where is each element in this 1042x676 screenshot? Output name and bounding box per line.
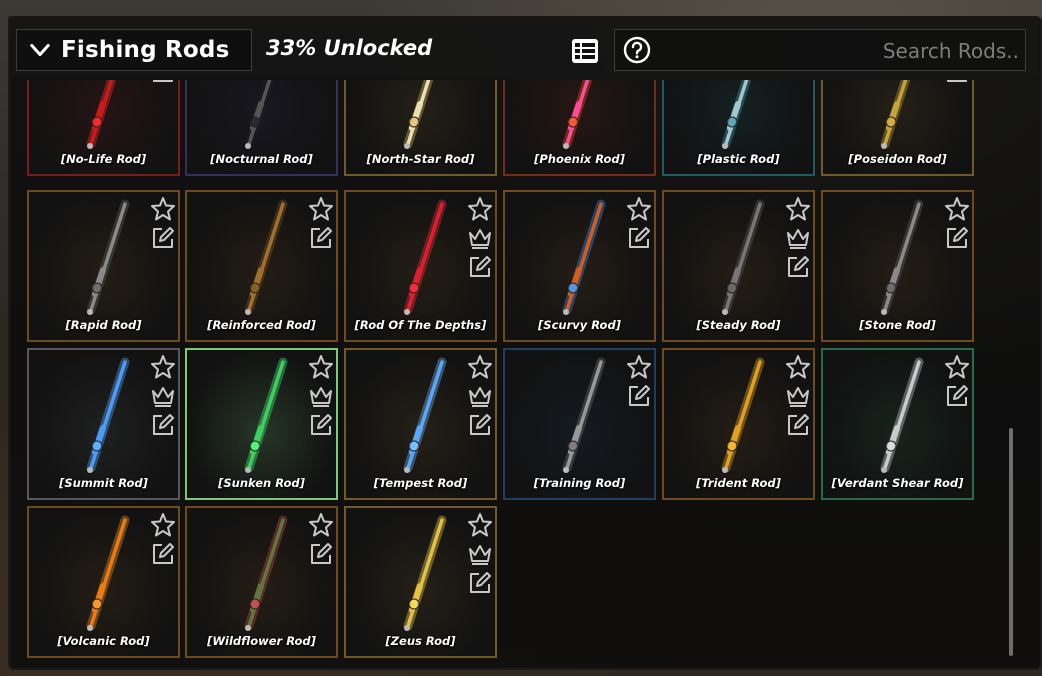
star-icon[interactable] <box>785 196 811 222</box>
edit-icon[interactable] <box>308 541 334 567</box>
crown-icon[interactable] <box>467 383 493 409</box>
rod-name: [Reinforced Rod] <box>207 318 316 332</box>
rod-card-volcanic-rod[interactable]: [Volcanic Rod] <box>27 506 180 658</box>
help-circle-icon[interactable] <box>623 36 651 64</box>
rod-name: [Rapid Rod] <box>65 318 142 332</box>
rod-name: [Volcanic Rod] <box>57 634 150 648</box>
rod-name: [Verdant Shear Rod] <box>831 476 964 490</box>
edit-icon[interactable] <box>626 225 652 251</box>
rod-card-zeus-rod[interactable]: [Zeus Rod] <box>344 506 497 658</box>
rod-card-training-rod[interactable]: [Training Rod] <box>503 348 656 500</box>
rod-card-reinforced-rod[interactable]: [Reinforced Rod] <box>185 190 338 342</box>
edit-icon[interactable] <box>626 383 652 409</box>
star-icon[interactable] <box>308 196 334 222</box>
star-icon[interactable] <box>467 354 493 380</box>
edit-icon[interactable] <box>467 412 493 438</box>
rod-name: [Phoenix Rod] <box>534 152 625 166</box>
chevron-down-icon[interactable] <box>29 39 51 61</box>
star-icon[interactable] <box>467 196 493 222</box>
edit-icon[interactable] <box>944 80 970 85</box>
star-icon[interactable] <box>150 354 176 380</box>
star-icon[interactable] <box>944 196 970 222</box>
crown-icon[interactable] <box>785 383 811 409</box>
star-icon[interactable] <box>626 354 652 380</box>
rod-card-tempest-rod[interactable]: [Tempest Rod] <box>344 348 497 500</box>
panel-title: Fishing Rods <box>61 37 230 63</box>
rod-card-scurvy-rod[interactable]: [Scurvy Rod] <box>503 190 656 342</box>
list-view-icon[interactable] <box>568 34 602 68</box>
edit-icon[interactable] <box>785 412 811 438</box>
rod-name: [Zeus Rod] <box>385 634 456 648</box>
star-icon[interactable] <box>785 354 811 380</box>
rod-grid: [No-Life Rod] [Nocturnal Rod] [North-Star … <box>18 80 1008 660</box>
star-icon[interactable] <box>150 196 176 222</box>
rod-card-sunken-rod[interactable]: [Sunken Rod] <box>185 348 338 500</box>
edit-icon[interactable] <box>150 80 176 85</box>
scrollbar[interactable] <box>1009 428 1013 656</box>
edit-icon[interactable] <box>150 412 176 438</box>
star-icon[interactable] <box>150 512 176 538</box>
rod-name: [Plastic Rod] <box>697 152 780 166</box>
edit-icon[interactable] <box>150 225 176 251</box>
rod-card-plastic-rod[interactable]: [Plastic Rod] <box>662 80 815 176</box>
rod-name: [Wildflower Rod] <box>207 634 316 648</box>
crown-icon[interactable] <box>467 225 493 251</box>
unlocked-percentage: 33% Unlocked <box>266 36 433 60</box>
rod-name: [Rod Of The Depths] <box>354 318 487 332</box>
crown-icon[interactable] <box>308 383 334 409</box>
rod-name: [Summit Rod] <box>59 476 148 490</box>
category-dropdown[interactable]: Fishing Rods <box>16 29 252 71</box>
rod-name: [North-Star Rod] <box>366 152 475 166</box>
search-input[interactable] <box>659 34 1021 68</box>
crown-icon[interactable] <box>150 383 176 409</box>
star-icon[interactable] <box>944 354 970 380</box>
edit-icon[interactable] <box>944 225 970 251</box>
rod-name: [Sunken Rod] <box>218 476 305 490</box>
rod-card-nocturnal-rod[interactable]: [Nocturnal Rod] <box>185 80 338 176</box>
rod-card-verdant-shear-rod[interactable]: [Verdant Shear Rod] <box>821 348 974 500</box>
rod-card-no-life-rod[interactable]: [No-Life Rod] <box>27 80 180 176</box>
crown-icon[interactable] <box>467 541 493 567</box>
star-icon[interactable] <box>308 354 334 380</box>
rod-card-poseidon-rod[interactable]: [Poseidon Rod] <box>821 80 974 176</box>
rod-name: [Scurvy Rod] <box>538 318 621 332</box>
rod-card-steady-rod[interactable]: [Steady Rod] <box>662 190 815 342</box>
rod-card-trident-rod[interactable]: [Trident Rod] <box>662 348 815 500</box>
rod-name: [Steady Rod] <box>696 318 781 332</box>
rod-card-north-star-rod[interactable]: [North-Star Rod] <box>344 80 497 176</box>
edit-icon[interactable] <box>467 570 493 596</box>
star-icon[interactable] <box>626 196 652 222</box>
edit-icon[interactable] <box>944 383 970 409</box>
edit-icon[interactable] <box>308 412 334 438</box>
rod-name: [Training Rod] <box>533 476 626 490</box>
rod-card-stone-rod[interactable]: [Stone Rod] <box>821 190 974 342</box>
rod-card-rod-of-the-depths[interactable]: [Rod Of The Depths] <box>344 190 497 342</box>
rod-name: [No-Life Rod] <box>60 152 147 166</box>
edit-icon[interactable] <box>785 254 811 280</box>
crown-icon[interactable] <box>785 225 811 251</box>
star-icon[interactable] <box>308 512 334 538</box>
star-icon[interactable] <box>467 512 493 538</box>
edit-icon[interactable] <box>150 541 176 567</box>
rod-card-phoenix-rod[interactable]: [Phoenix Rod] <box>503 80 656 176</box>
rod-name: [Nocturnal Rod] <box>210 152 313 166</box>
search-bar <box>614 29 1026 71</box>
edit-icon[interactable] <box>467 254 493 280</box>
rod-name: [Tempest Rod] <box>373 476 468 490</box>
rod-card-wildflower-rod[interactable]: [Wildflower Rod] <box>185 506 338 658</box>
rod-name: [Stone Rod] <box>859 318 936 332</box>
rod-name: [Poseidon Rod] <box>848 152 947 166</box>
rod-name: [Trident Rod] <box>696 476 781 490</box>
rod-card-summit-rod[interactable]: [Summit Rod] <box>27 348 180 500</box>
rod-card-rapid-rod[interactable]: [Rapid Rod] <box>27 190 180 342</box>
edit-icon[interactable] <box>308 225 334 251</box>
